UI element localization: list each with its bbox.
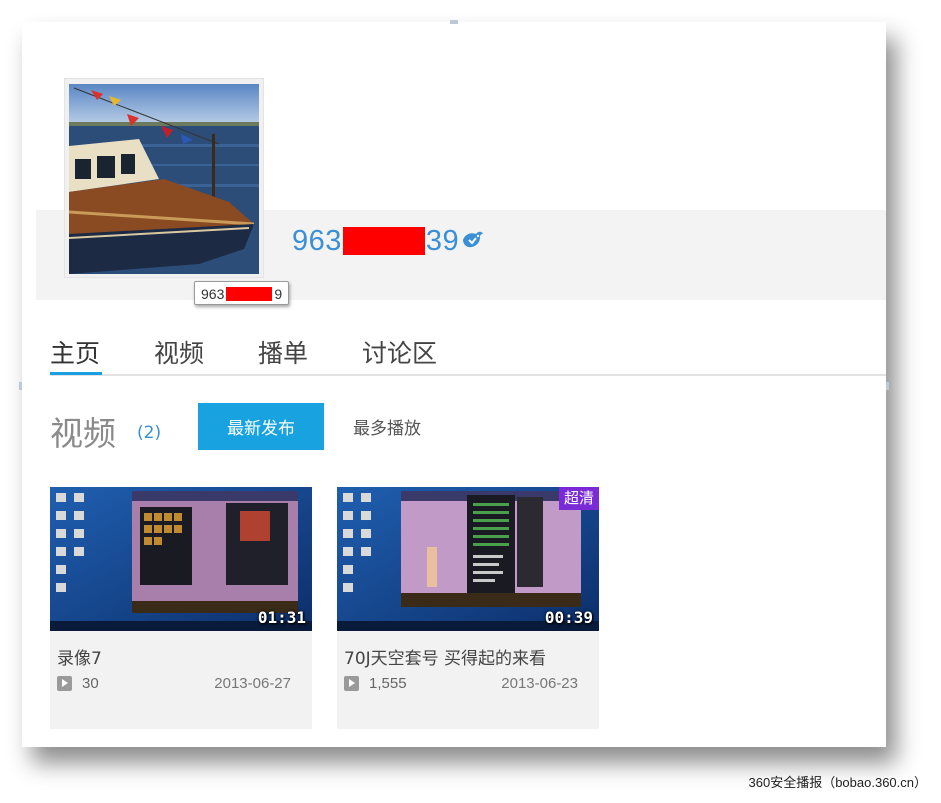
tab-home[interactable]: 主页 [50,334,100,370]
redaction-box [226,287,273,302]
sort-most-played-button[interactable]: 最多播放 [334,403,440,450]
video-card[interactable]: 超清 00:39 70J天空套号 买得起的来看 1,555 2013-06-23 [337,487,599,729]
upload-date: 2013-06-23 [501,675,578,692]
active-tab-indicator [50,372,102,375]
play-count-icon [57,676,72,691]
tab-videos[interactable]: 视频 [154,334,204,370]
watermark-text: 360安全播报（bobao.360.cn） [748,775,927,790]
video-card[interactable]: 01:31 录像7 30 2013-06-27 [50,487,312,729]
channel-page: 963 39 963 9 主页 视频 播单 讨论区 视频 (2) 最新发布 最多播放 [19,20,889,747]
play-count: 30 [82,675,99,692]
video-count: (2) [137,423,162,443]
page-edge-marker [19,382,22,390]
avatar[interactable] [69,84,259,274]
video-thumbnail[interactable]: 01:31 [50,487,312,631]
username-tooltip: 963 9 [194,281,289,305]
video-duration: 00:39 [544,608,593,627]
video-thumbnail[interactable]: 超清 00:39 [337,487,599,631]
tooltip-prefix: 963 [201,286,225,302]
username-suffix: 39 [425,224,460,257]
tab-playlists[interactable]: 播单 [258,334,308,370]
video-title[interactable]: 70J天空套号 买得起的来看 [344,644,546,669]
video-title[interactable]: 录像7 [57,644,102,669]
play-count: 1,555 [369,675,407,692]
username-prefix: 963 [292,224,342,257]
tabs-divider [50,374,886,376]
page-edge-marker [450,20,458,24]
page-edge-marker [886,382,889,390]
hd-badge: 超清 [558,487,599,510]
sort-newest-button[interactable]: 最新发布 [198,403,324,450]
video-duration: 01:31 [257,608,306,627]
tab-discussion[interactable]: 讨论区 [362,334,437,370]
weibo-bird-icon[interactable] [461,225,485,258]
play-count-icon [344,676,359,691]
tooltip-suffix: 9 [274,286,283,302]
redaction-box [342,227,425,256]
channel-username[interactable]: 963 39 [292,224,485,258]
upload-date: 2013-06-27 [214,675,291,692]
section-title: 视频 [50,414,116,453]
